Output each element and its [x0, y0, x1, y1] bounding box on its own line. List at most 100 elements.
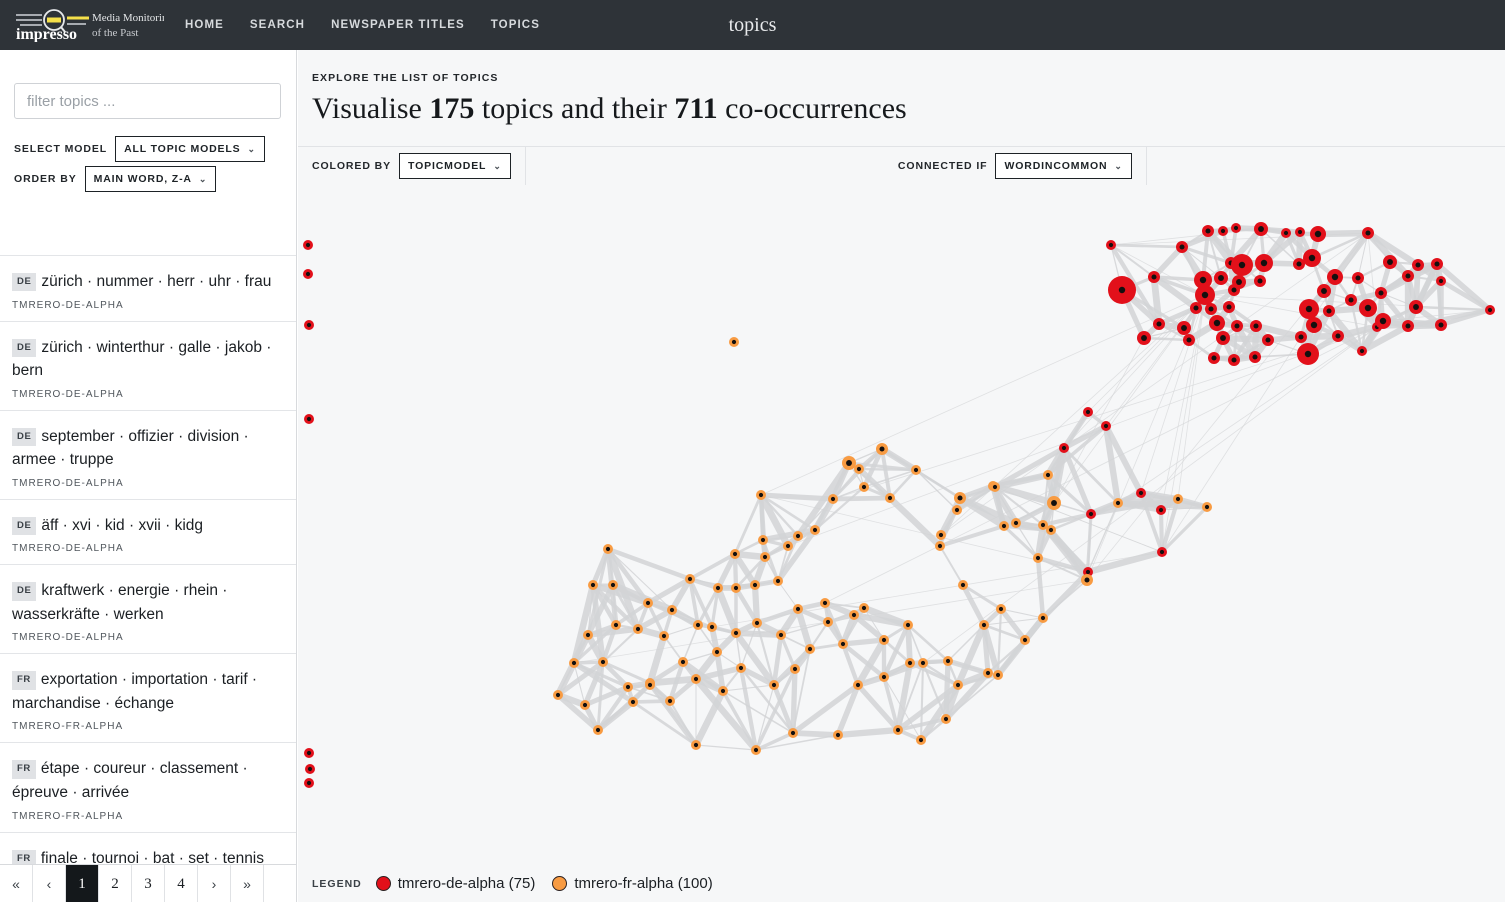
- graph-node[interactable]: [1195, 285, 1215, 305]
- graph-node[interactable]: [935, 541, 945, 551]
- graph-node[interactable]: [608, 580, 618, 590]
- graph-node[interactable]: [1173, 494, 1183, 504]
- graph-node[interactable]: [623, 682, 633, 692]
- graph-node[interactable]: [1086, 509, 1096, 519]
- graph-node[interactable]: [1299, 299, 1319, 319]
- graph-node[interactable]: [805, 644, 815, 654]
- graph-node[interactable]: [876, 443, 888, 455]
- graph-node[interactable]: [303, 240, 313, 250]
- graph-node[interactable]: [1020, 635, 1030, 645]
- graph-node[interactable]: [885, 493, 895, 503]
- graph-node[interactable]: [304, 320, 314, 330]
- graph-node[interactable]: [859, 603, 869, 613]
- graph-node[interactable]: [783, 541, 793, 551]
- graph-node[interactable]: [823, 617, 833, 627]
- pagination-page-3[interactable]: 3: [132, 865, 165, 902]
- graph-node[interactable]: [1038, 613, 1048, 623]
- graph-node[interactable]: [1357, 346, 1367, 356]
- graph-node[interactable]: [903, 620, 913, 630]
- graph-node[interactable]: [1352, 272, 1364, 284]
- network-graph[interactable]: [298, 185, 1505, 902]
- topic-list-item[interactable]: DE kraftwerk · energie · rhein · wasserkr…: [0, 564, 296, 653]
- pagination-prev[interactable]: ‹: [33, 865, 66, 902]
- graph-node[interactable]: [760, 552, 770, 562]
- graph-node[interactable]: [583, 630, 593, 640]
- graph-node[interactable]: [729, 337, 739, 347]
- graph-node[interactable]: [1281, 228, 1291, 238]
- graph-node[interactable]: [580, 700, 590, 710]
- graph-node[interactable]: [1359, 299, 1377, 317]
- graph-node[interactable]: [691, 740, 701, 750]
- graph-node[interactable]: [1153, 318, 1165, 330]
- filter-topics-input[interactable]: [14, 83, 281, 119]
- graph-node[interactable]: [1409, 300, 1423, 314]
- graph-node[interactable]: [569, 658, 579, 668]
- nav-link-home[interactable]: HOME: [185, 19, 224, 31]
- graph-node[interactable]: [993, 670, 1003, 680]
- graph-node[interactable]: [1402, 270, 1414, 282]
- graph-node[interactable]: [1157, 547, 1167, 557]
- graph-node[interactable]: [943, 656, 953, 666]
- graph-node[interactable]: [1412, 259, 1424, 271]
- graph-node[interactable]: [810, 525, 820, 535]
- graph-node[interactable]: [1332, 330, 1344, 342]
- select-model-dropdown[interactable]: ALL TOPIC MODELS ⌄: [115, 136, 265, 162]
- graph-node[interactable]: [645, 680, 655, 690]
- graph-node[interactable]: [1250, 320, 1262, 332]
- graph-node[interactable]: [999, 521, 1009, 531]
- graph-node[interactable]: [633, 624, 643, 634]
- graph-node[interactable]: [859, 482, 869, 492]
- graph-node[interactable]: [952, 505, 962, 515]
- graph-node[interactable]: [853, 680, 863, 690]
- graph-node[interactable]: [1106, 240, 1116, 250]
- legend-entry-fr[interactable]: tmrero-fr-alpha (100): [552, 875, 713, 892]
- graph-node[interactable]: [953, 680, 963, 690]
- graph-node[interactable]: [916, 735, 926, 745]
- graph-node[interactable]: [1303, 249, 1321, 267]
- graph-node[interactable]: [1431, 258, 1443, 270]
- graph-node[interactable]: [678, 657, 688, 667]
- graph-node[interactable]: [790, 664, 800, 674]
- graph-node[interactable]: [1254, 275, 1266, 287]
- graph-node[interactable]: [1202, 502, 1212, 512]
- graph-node[interactable]: [1137, 331, 1151, 345]
- graph-node[interactable]: [1113, 498, 1123, 508]
- graph-node[interactable]: [598, 657, 608, 667]
- graph-node[interactable]: [758, 535, 768, 545]
- graph-node[interactable]: [1223, 301, 1235, 313]
- graph-node[interactable]: [1148, 271, 1160, 283]
- graph-node[interactable]: [1176, 241, 1188, 253]
- graph-node[interactable]: [918, 658, 928, 668]
- graph-node[interactable]: [1038, 520, 1048, 530]
- graph-node[interactable]: [731, 583, 741, 593]
- graph-node[interactable]: [1231, 320, 1243, 332]
- graph-node[interactable]: [1295, 331, 1307, 343]
- graph-node[interactable]: [1402, 320, 1414, 332]
- graph-node[interactable]: [833, 730, 843, 740]
- graph-node[interactable]: [1047, 496, 1061, 510]
- graph-node[interactable]: [1156, 505, 1166, 515]
- graph-node[interactable]: [304, 748, 314, 758]
- graph-node[interactable]: [756, 490, 766, 500]
- graph-node[interactable]: [1202, 225, 1214, 237]
- graph-node[interactable]: [1043, 470, 1053, 480]
- topic-list-item[interactable]: DE äff · xvi · kid · xvii · kidg TMRERO-DE…: [0, 498, 296, 565]
- graph-node[interactable]: [1295, 227, 1305, 237]
- graph-node[interactable]: [1083, 407, 1093, 417]
- graph-node[interactable]: [305, 764, 315, 774]
- graph-node[interactable]: [750, 580, 760, 590]
- graph-node[interactable]: [1231, 254, 1253, 276]
- order-by-dropdown[interactable]: MAIN WORD, Z-A ⌄: [84, 166, 217, 192]
- pagination-next[interactable]: ›: [198, 865, 231, 902]
- graph-node[interactable]: [1345, 294, 1357, 306]
- topic-list-item[interactable]: FR étape · coureur · classement · épreuve…: [0, 742, 296, 831]
- graph-node[interactable]: [1214, 271, 1228, 285]
- graph-node[interactable]: [979, 620, 989, 630]
- graph-node[interactable]: [1136, 488, 1146, 498]
- connected-if-dropdown[interactable]: WORDINCOMMON ⌄: [995, 153, 1132, 180]
- nav-link-search[interactable]: SEARCH: [250, 19, 305, 31]
- graph-node[interactable]: [820, 598, 830, 608]
- graph-node[interactable]: [879, 635, 889, 645]
- graph-node[interactable]: [793, 531, 803, 541]
- graph-node[interactable]: [1436, 276, 1446, 286]
